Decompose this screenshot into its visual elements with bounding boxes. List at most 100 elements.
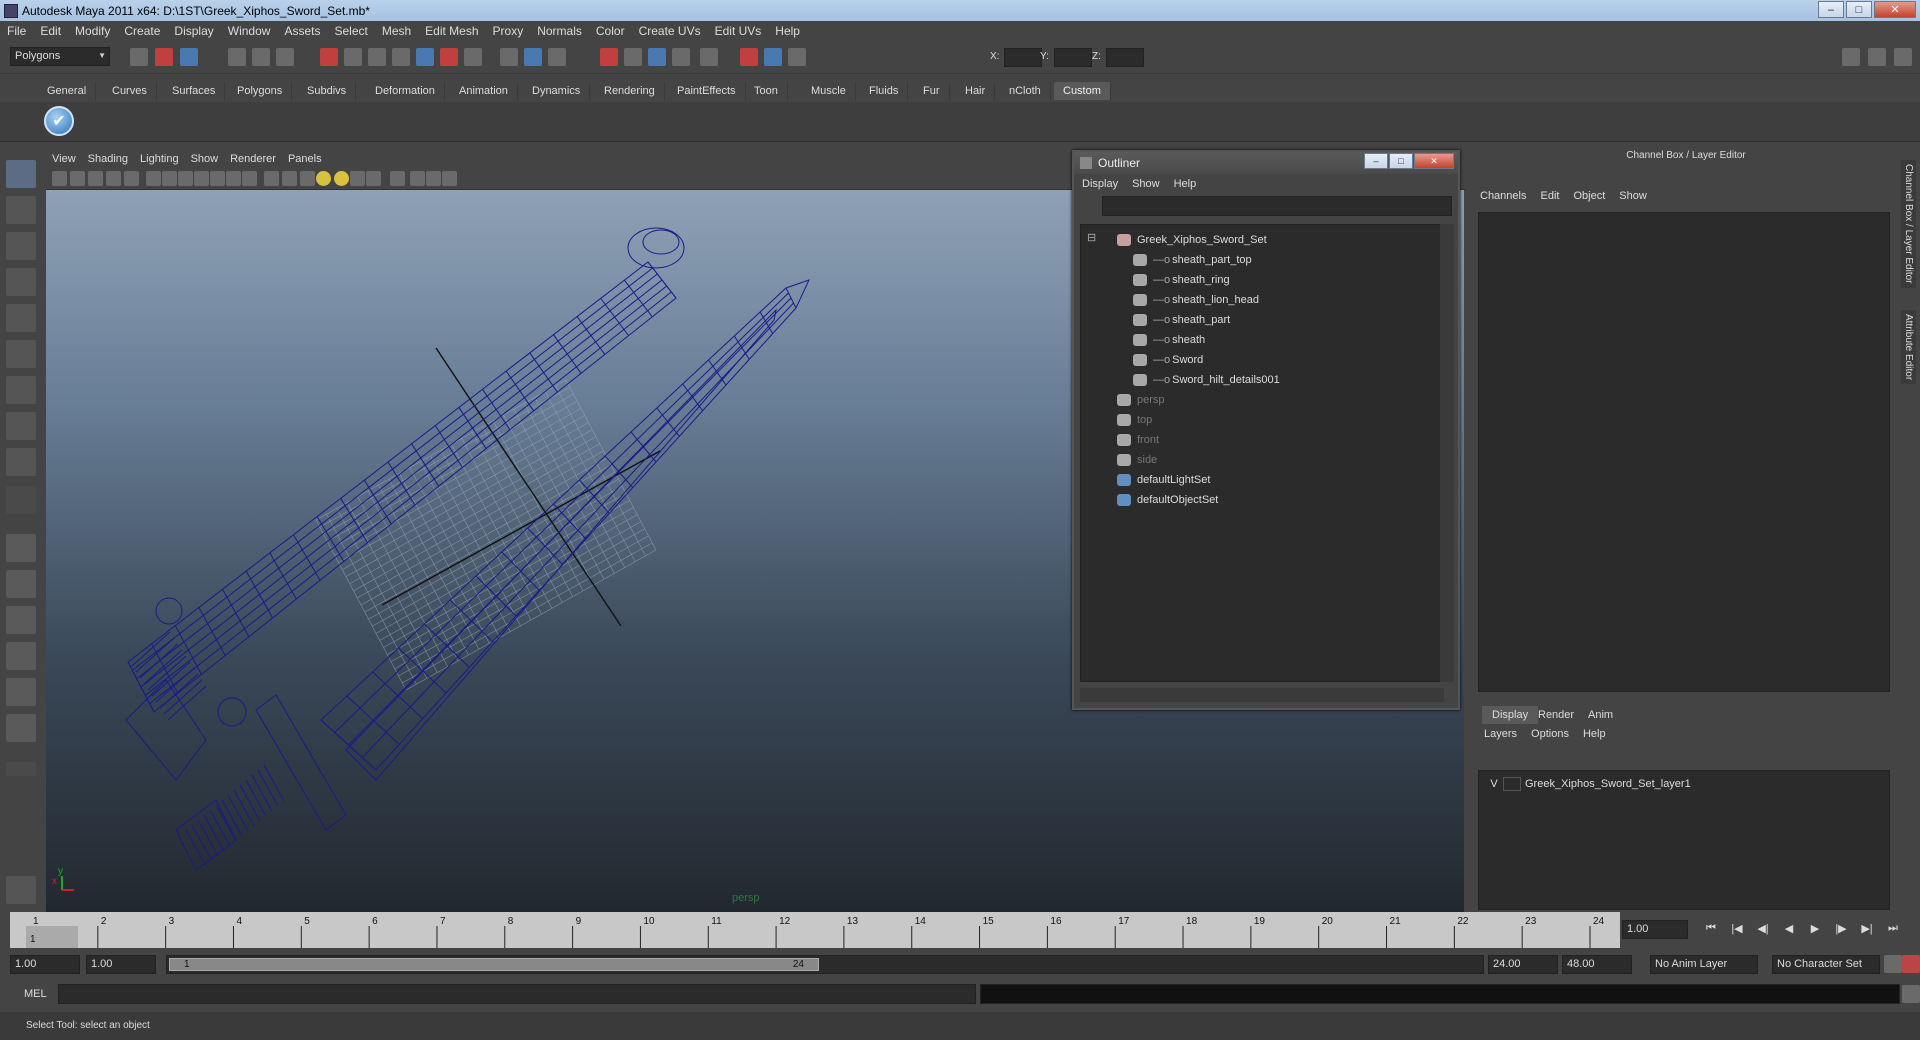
shelf-tab-dynamics[interactable]: Dynamics <box>523 82 591 100</box>
character-set-selector[interactable]: No Character Set <box>1772 955 1880 974</box>
outliner-item[interactable]: —o sheath_part_top <box>1133 251 1252 269</box>
four-view-layout-icon[interactable] <box>6 570 36 598</box>
range-slider-thumb[interactable]: 1 24 <box>169 958 819 971</box>
outliner-minimize-button[interactable]: – <box>1364 153 1388 169</box>
safe-title-icon[interactable] <box>226 171 241 186</box>
isolate-select-icon[interactable] <box>390 171 405 186</box>
outliner-item[interactable]: —o sheath_lion_head <box>1133 291 1259 309</box>
shelf-tab-subdivs[interactable]: Subdivs <box>298 82 357 100</box>
bookmark-icon[interactable] <box>88 171 103 186</box>
custom-shelf-check-icon[interactable]: ✔ <box>44 106 74 136</box>
outliner-item[interactable]: defaultObjectSet <box>1117 491 1218 509</box>
show-manipulator-icon[interactable] <box>6 448 36 476</box>
current-time-field[interactable]: 1.00 <box>1622 920 1688 939</box>
play-backwards-button[interactable]: ◀ <box>1780 922 1798 938</box>
render-settings-icon[interactable] <box>600 48 618 66</box>
close-button[interactable]: ✕ <box>1874 1 1916 18</box>
move-tool-icon[interactable] <box>6 268 36 296</box>
outliner-item[interactable]: —o sheath_part <box>1133 311 1230 329</box>
snap-grid-icon[interactable] <box>344 48 362 66</box>
attribute-editor-side-tab[interactable]: Attribute Editor <box>1901 310 1916 385</box>
shelf-tab-surfaces[interactable]: Surfaces <box>163 82 226 100</box>
select-tool-icon[interactable] <box>6 160 36 188</box>
last-tool-icon[interactable] <box>6 486 36 514</box>
step-forward-frame-button[interactable]: |▶ <box>1832 922 1850 938</box>
end-time-field[interactable]: 48.00 <box>1562 955 1632 974</box>
menu-create-uvs[interactable]: Create UVs <box>632 24 708 38</box>
menu-edit-uvs[interactable]: Edit UVs <box>708 24 769 38</box>
two-sided-icon[interactable] <box>426 171 441 186</box>
hypershade-icon[interactable] <box>700 48 718 66</box>
step-back-frame-button[interactable]: ◀| <box>1754 922 1772 938</box>
channel-box-menu-show[interactable]: Show <box>1619 190 1647 202</box>
more-layouts-icon[interactable] <box>6 762 36 776</box>
channel-box-area[interactable] <box>1478 212 1890 692</box>
channel-box-toggle-icon[interactable] <box>1868 48 1886 66</box>
film-gate-icon[interactable] <box>146 171 161 186</box>
animation-preferences-icon[interactable] <box>1902 955 1920 973</box>
input-ops-icon[interactable] <box>624 48 642 66</box>
shelf-tab-fur[interactable]: Fur <box>914 82 950 100</box>
render-view-icon[interactable] <box>764 48 782 66</box>
make-live-icon[interactable] <box>440 48 458 66</box>
layer-menu-options[interactable]: Options <box>1531 728 1569 740</box>
shelf-tab-toon[interactable]: Toon <box>745 82 788 100</box>
image-plane-icon[interactable] <box>106 171 121 186</box>
wireframe-on-shaded-icon[interactable] <box>282 171 297 186</box>
snap-point-icon[interactable] <box>392 48 410 66</box>
anim-layer-selector[interactable]: No Anim Layer <box>1650 955 1758 974</box>
shelf-tab-animation[interactable]: Animation <box>450 82 518 100</box>
universal-manipulator-icon[interactable] <box>6 376 36 404</box>
shelf-tab-fluids[interactable]: Fluids <box>860 82 909 100</box>
layer-type-toggle[interactable] <box>1503 777 1521 791</box>
layer-menu-help[interactable]: Help <box>1583 728 1606 740</box>
outliner-item[interactable]: persp <box>1117 391 1165 409</box>
range-slider[interactable]: 1 24 <box>166 955 1484 974</box>
script-editor-icon[interactable] <box>1902 985 1920 1003</box>
end-range-field[interactable]: 24.00 <box>1488 955 1558 974</box>
select-hierarchy-icon[interactable] <box>228 48 246 66</box>
menu-file[interactable]: File <box>0 24 33 38</box>
camera-attributes-icon[interactable] <box>70 171 85 186</box>
hud-icon[interactable] <box>410 171 425 186</box>
persp-outliner-layout-icon[interactable] <box>6 606 36 634</box>
lasso-tool-icon[interactable] <box>6 196 36 224</box>
shelf-tab-painteffects[interactable]: PaintEffects <box>668 82 746 100</box>
collapse-icon[interactable]: ⊟ <box>1087 231 1096 244</box>
graph-icon[interactable] <box>740 48 758 66</box>
start-range-field[interactable]: 1.00 <box>86 955 156 974</box>
tool-settings-icon[interactable] <box>1894 48 1912 66</box>
outliner-close-button[interactable]: ✕ <box>1414 153 1454 169</box>
shelf-tab-ncloth[interactable]: nCloth <box>1000 82 1051 100</box>
auto-key-icon[interactable] <box>1884 955 1902 973</box>
outliner-filter-field[interactable] <box>1102 196 1452 216</box>
menu-help[interactable]: Help <box>768 24 807 38</box>
outliner-titlebar[interactable]: Outliner – □ ✕ <box>1074 152 1458 174</box>
layer-row[interactable]: V Greek_Xiphos_Sword_Set_layer1 <box>1485 775 1691 793</box>
ipr-render-icon[interactable] <box>548 48 566 66</box>
new-scene-icon[interactable] <box>130 48 148 66</box>
construction-history-icon[interactable] <box>500 48 518 66</box>
shelf-tab-polygons[interactable]: Polygons <box>228 82 293 100</box>
field-chart-icon[interactable] <box>194 171 209 186</box>
safe-action-icon[interactable] <box>210 171 225 186</box>
menu-normals[interactable]: Normals <box>530 24 589 38</box>
scale-tool-icon[interactable] <box>6 340 36 368</box>
layout-icon[interactable] <box>1842 48 1860 66</box>
channel-box-menu-object[interactable]: Object <box>1573 190 1605 202</box>
viewport-menu-view[interactable]: View <box>46 153 82 165</box>
absolute-transform-icon[interactable] <box>788 48 806 66</box>
xray-icon[interactable] <box>366 171 381 186</box>
viewport-menu-lighting[interactable]: Lighting <box>134 153 185 165</box>
shelf-tab-rendering[interactable]: Rendering <box>595 82 665 100</box>
grid-toggle-icon[interactable] <box>124 171 139 186</box>
menu-select[interactable]: Select <box>327 24 374 38</box>
persp-hypershade-layout-icon[interactable] <box>6 714 36 742</box>
shelf-tab-general[interactable]: General <box>38 82 97 100</box>
outliner-item[interactable]: —o sheath <box>1133 331 1205 349</box>
viewport-menu-panels[interactable]: Panels <box>282 153 328 165</box>
snap-curve-icon[interactable] <box>368 48 386 66</box>
menu-modify[interactable]: Modify <box>68 24 117 38</box>
outliner-item[interactable]: top <box>1117 411 1152 429</box>
render-frame-icon[interactable] <box>524 48 542 66</box>
